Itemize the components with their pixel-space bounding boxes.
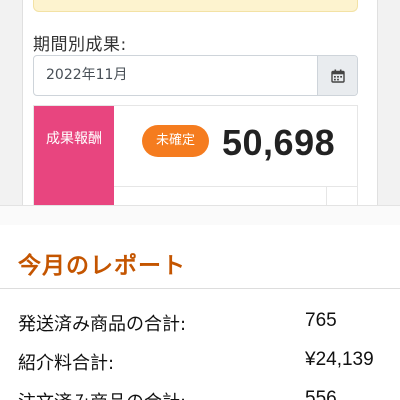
result-card: 成果報酬 未確定 50,698 — [33, 105, 358, 205]
calendar-button[interactable] — [317, 56, 357, 95]
report-row-value: 765 — [305, 310, 337, 331]
status-badge: 未確定 — [142, 125, 209, 157]
column-divider — [326, 186, 327, 205]
report-row: 紹介料合計: ¥24,139 — [18, 349, 388, 379]
report-row: 注文済み商品の合計: 556 — [18, 388, 388, 400]
report-row-value: ¥24,139 — [305, 349, 374, 370]
month-picker[interactable]: 2022年11月 — [33, 55, 358, 96]
report-row: 発送済み商品の合計: 765 — [18, 310, 388, 340]
report-title: 今月のレポート — [18, 253, 186, 279]
monthly-report: 今月のレポート 発送済み商品の合計: 765 紹介料合計: ¥24,139 注文… — [0, 225, 400, 400]
report-row-value: 556 — [305, 388, 337, 400]
row-divider — [114, 186, 357, 187]
period-label: 期間別成果: — [33, 35, 127, 55]
notice-box — [33, 0, 358, 12]
month-picker-value[interactable]: 2022年11月 — [34, 56, 317, 95]
report-divider — [0, 288, 400, 289]
report-row-label: 注文済み商品の合計: — [18, 388, 186, 400]
result-label-cell: 成果報酬 — [34, 106, 114, 186]
reward-amount: 50,698 — [222, 122, 336, 163]
next-row-label-cell — [34, 186, 114, 205]
report-row-label: 紹介料合計: — [18, 353, 115, 374]
report-row-label: 発送済み商品の合計: — [18, 314, 187, 335]
calendar-icon[interactable] — [330, 69, 345, 83]
affiliate-result-panel: 期間別成果: 2022年11月 成果報酬 未確定 50,698 — [0, 0, 400, 205]
result-label: 成果報酬 — [46, 131, 102, 147]
